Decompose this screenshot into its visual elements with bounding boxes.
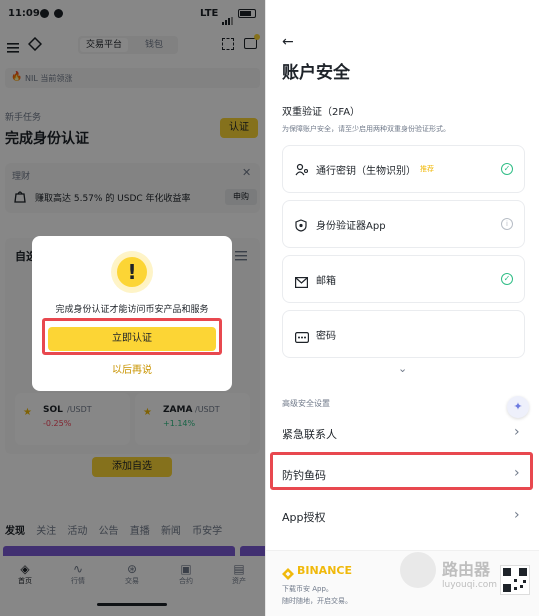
twofa-title: 双重验证（2FA）	[282, 107, 361, 118]
check-icon: ✓	[501, 163, 513, 175]
method-email[interactable]: 邮箱 ✓	[282, 255, 525, 303]
mail-icon	[295, 273, 309, 289]
method-authenticator[interactable]: 身份验证器App i	[282, 200, 525, 248]
highlight-box	[42, 318, 222, 355]
verify-modal: ! 完成身份认证才能访问币安产品和服务 立即认证 以后再说	[32, 236, 232, 391]
binance-logo-icon	[282, 565, 294, 580]
method-password[interactable]: 密码	[282, 310, 525, 358]
expand-chevron-icon[interactable]: ⌄	[398, 362, 407, 375]
chevron-right-icon: ›	[514, 424, 520, 440]
left-screen: 11:09 LTE 交易平台 钱包 🔥 NIL 当前领涨 新手任务 完成身份认证…	[0, 0, 265, 616]
warning-icon: !	[114, 254, 150, 290]
recommended-badge: 推荐	[420, 165, 434, 173]
highlight-box	[270, 452, 533, 490]
method-label: 通行密钥（生物识别）	[316, 166, 416, 177]
passkey-icon	[295, 162, 309, 176]
right-screen: ← 账户安全 双重验证（2FA） 为保障账户安全，请至少启用两种双重身份验证形式…	[266, 0, 539, 616]
method-label: 身份验证器App	[316, 221, 386, 232]
twofa-description: 为保障账户安全，请至少启用两种双重身份验证形式。	[282, 125, 450, 133]
assistant-float-icon[interactable]: ✦	[507, 396, 529, 418]
footer-line-2: 随时随地，开启交易。	[282, 597, 352, 605]
method-label: 邮箱	[316, 276, 336, 287]
footer-line-1: 下载币安 App。	[282, 585, 333, 593]
info-icon: i	[501, 218, 513, 230]
back-arrow-icon[interactable]: ←	[282, 34, 294, 50]
modal-message: 完成身份认证才能访问币安产品和服务	[55, 305, 209, 315]
password-icon	[295, 328, 310, 344]
method-label: 密码	[316, 331, 336, 342]
qr-code-icon	[500, 565, 530, 595]
page-title: 账户安全	[282, 63, 350, 83]
advanced-title: 高级安全设置	[282, 399, 330, 408]
shield-icon	[295, 217, 307, 232]
advanced-item-emergency[interactable]: 紧急联系人	[282, 426, 337, 442]
chevron-right-icon: ›	[514, 507, 520, 523]
brand-name: BINANCE	[297, 564, 352, 577]
later-link[interactable]: 以后再说	[32, 361, 232, 376]
advanced-item-app-auth[interactable]: App授权	[282, 509, 326, 525]
watermark-logo-icon	[400, 552, 436, 588]
method-passkey[interactable]: 通行密钥（生物识别） 推荐 ✓	[282, 145, 525, 193]
watermark-text: 路由器	[442, 560, 491, 579]
watermark-url: luyouqi.com	[442, 580, 498, 590]
check-icon: ✓	[501, 273, 513, 285]
